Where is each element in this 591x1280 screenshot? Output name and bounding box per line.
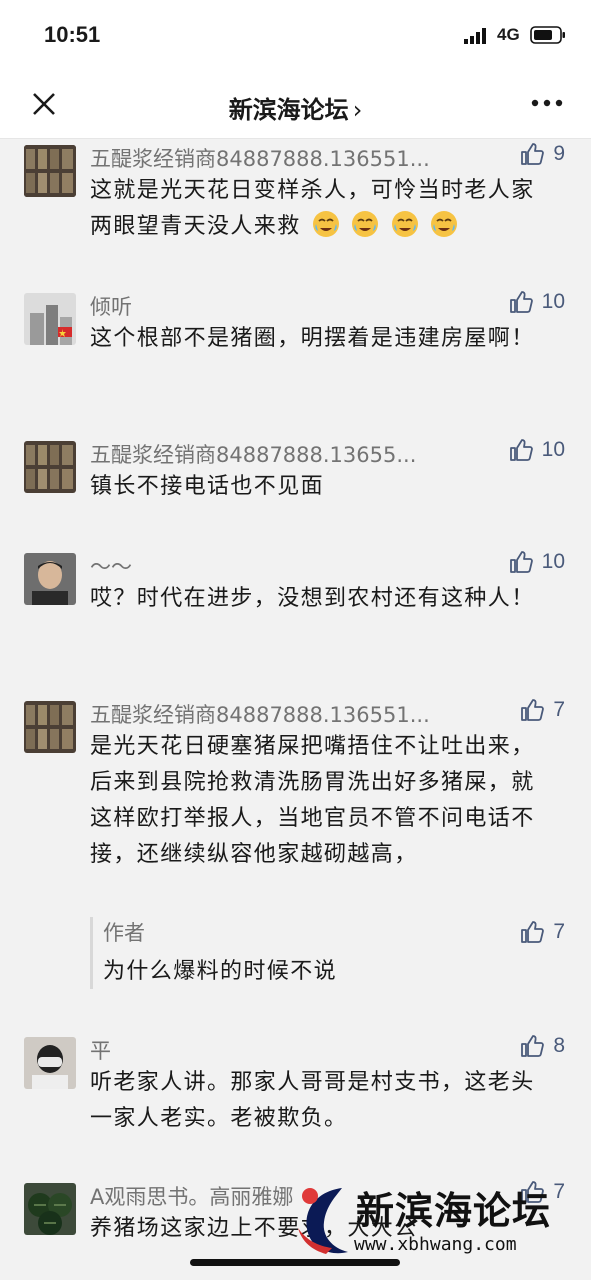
thumbs-up-icon: [521, 1035, 545, 1057]
avatar[interactable]: [24, 701, 76, 753]
avatar[interactable]: [24, 145, 76, 197]
like-button[interactable]: 10: [508, 289, 565, 315]
like-count: 7: [553, 698, 565, 721]
avatar[interactable]: [24, 293, 76, 345]
nav-bar: 新滨海论坛 ›: [0, 70, 591, 139]
avatar[interactable]: [24, 441, 76, 493]
thumbs-up-icon: [521, 699, 545, 721]
commenter-name[interactable]: 倾听: [90, 291, 132, 321]
crying-face-icon: [313, 211, 340, 237]
like-count: 10: [541, 438, 565, 461]
page-title-text: 新滨海论坛: [228, 96, 349, 124]
avatar[interactable]: [24, 1037, 76, 1089]
commenter-name[interactable]: ～～: [90, 551, 132, 581]
like-count: 10: [541, 290, 565, 313]
comment-text: 养猪场这家边上不要求，大大公: [90, 1216, 418, 1241]
crying-face-icon: [352, 211, 379, 237]
comment-item: ～～ 10 哎？时代在进步，没想到农村还有这种人！: [0, 547, 591, 667]
thumbs-up-icon: [521, 1181, 545, 1203]
more-dots-icon[interactable]: [530, 92, 564, 114]
like-button[interactable]: 10: [508, 437, 565, 463]
like-count: 7: [553, 920, 565, 943]
like-count: 9: [553, 142, 565, 165]
commenter-name[interactable]: 五醍浆经销商84887888.136551...: [90, 699, 430, 729]
battery-icon: [530, 26, 565, 44]
like-count: 7: [553, 1180, 565, 1203]
avatar[interactable]: [24, 553, 76, 605]
author-reply: 作者 为什么爆料的时候不说: [90, 917, 573, 989]
like-button[interactable]: 7: [519, 1179, 565, 1205]
comment-text: 哎？时代在进步，没想到农村还有这种人！: [90, 586, 535, 611]
comment-text: 听老家人讲。那家人哥哥是村支书，这老头一家人老实。老被欺负。: [90, 1070, 535, 1131]
commenter-name[interactable]: 五醍浆经销商84887888.13655...: [90, 439, 416, 469]
like-count: 8: [553, 1034, 565, 1057]
chevron-right-icon: ›: [352, 96, 363, 124]
crying-face-icon: [431, 211, 458, 237]
like-button[interactable]: 7: [519, 697, 565, 723]
thumbs-up-icon: [521, 143, 545, 165]
reply-like-button[interactable]: 7: [519, 919, 565, 945]
comment-text: 是光天花日硬塞猪屎把嘴捂住不让吐出来，后来到县院抢救清洗肠胃洗出好多猪屎，就这样…: [90, 734, 535, 867]
like-button[interactable]: 8: [519, 1033, 565, 1059]
like-count: 10: [541, 550, 565, 573]
commenter-name[interactable]: 五醍浆经销商84887888.136551...: [90, 143, 430, 173]
thumbs-up-icon: [509, 291, 533, 313]
comment-item: 五醍浆经销商84887888.13655... 10 镇长不接电话也不见面: [0, 435, 591, 519]
thumbs-up-icon: [509, 551, 533, 573]
comment-text: 这就是光天花日变样杀人，可怜当时老人家两眼望青天没人来救: [90, 173, 550, 245]
network-type: 4G: [497, 25, 520, 44]
like-button[interactable]: 9: [519, 141, 565, 167]
comment-text: 镇长不接电话也不见面: [90, 474, 325, 499]
like-button[interactable]: 10: [508, 549, 565, 575]
page-title[interactable]: 新滨海论坛 ›: [0, 90, 591, 125]
reply-author-name: 作者: [103, 921, 145, 945]
comment-item: 平 8 听老家人讲。那家人哥哥是村支书，这老头一家人老实。老被欺负。: [0, 1031, 591, 1151]
comment-item: 倾听 10 这个根部不是猪圈，明摆着是违建房屋啊！: [0, 287, 591, 407]
crying-face-icon: [391, 211, 418, 237]
comment-feed[interactable]: 五醍浆经销商84887888.136551... 9 这就是光天花日变样杀人，可…: [0, 139, 591, 1280]
commenter-name[interactable]: A观雨思书。高丽雅娜: [90, 1181, 293, 1211]
avatar[interactable]: [24, 1183, 76, 1235]
status-bar: 10:51 4G: [0, 0, 591, 70]
commenter-name[interactable]: 平: [90, 1035, 111, 1065]
comment-item: 五醍浆经销商84887888.136551... 7 是光天花日硬塞猪屎把嘴捂住…: [0, 695, 591, 995]
comment-item: 五醍浆经销商84887888.136551... 9 这就是光天花日变样杀人，可…: [0, 139, 591, 269]
signal-icon: [464, 28, 486, 44]
home-indicator[interactable]: [190, 1259, 400, 1266]
comment-text: 这个根部不是猪圈，明摆着是违建房屋啊！: [90, 326, 535, 351]
status-time: 10:51: [44, 22, 101, 47]
thumbs-up-icon: [509, 439, 533, 461]
reply-text: 为什么爆料的时候不说: [103, 959, 338, 984]
thumbs-up-icon: [521, 921, 545, 943]
